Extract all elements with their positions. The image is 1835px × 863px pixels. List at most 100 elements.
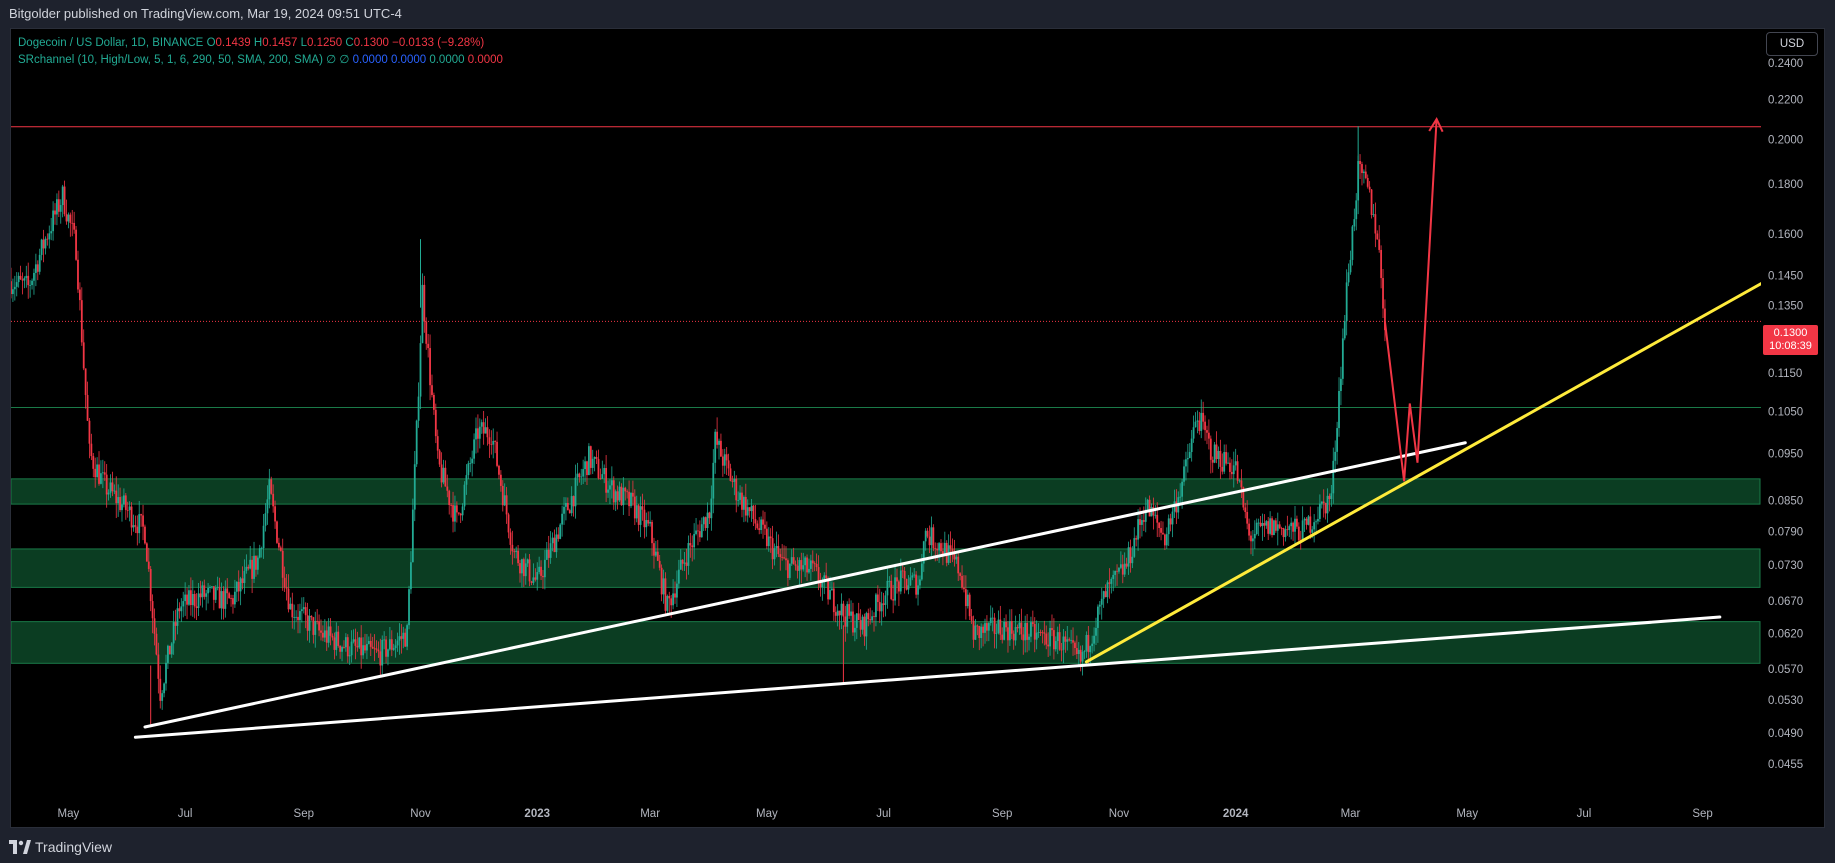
candle-body [1206, 430, 1208, 433]
candle-body [1041, 632, 1044, 634]
candle-body [653, 543, 655, 556]
symbol-legend-row[interactable]: Dogecoin / US Dollar, 1D, BINANCE O0.143… [18, 35, 503, 52]
candle-body [1338, 391, 1340, 429]
candle-body [576, 473, 579, 478]
currency-button[interactable]: USD [1766, 32, 1818, 56]
candle-body [377, 649, 380, 652]
candle-body [1148, 499, 1151, 517]
candle-body [704, 517, 707, 529]
indicator-title[interactable]: SRchannel (10, High/Low, 5, 1, 6, 290, 5… [18, 54, 323, 66]
candle-body [1037, 632, 1040, 633]
candle-body [831, 588, 833, 591]
candle-body [712, 462, 715, 499]
candle-body [279, 547, 282, 551]
bar-countdown: 10:08:39 [1769, 340, 1812, 352]
candle-body [894, 577, 896, 601]
candle-body [746, 507, 749, 516]
candle-body [40, 239, 43, 255]
candle-body [119, 497, 121, 511]
candle-body [448, 490, 451, 506]
candle-body [400, 636, 403, 639]
candle-body [549, 543, 552, 558]
candle-body [697, 530, 699, 532]
candle-body [769, 536, 772, 539]
candle-body [1305, 518, 1308, 525]
candle-body [36, 264, 39, 272]
candle-body [681, 559, 684, 564]
candle-body [1209, 438, 1212, 460]
candle-body [27, 275, 30, 286]
candle-body [702, 517, 705, 525]
candle-body [103, 472, 106, 475]
candle-body [134, 525, 137, 527]
candle-body [993, 617, 996, 634]
candle-body [1294, 518, 1296, 532]
candle-body [1185, 459, 1187, 467]
candle-body [765, 528, 768, 547]
candle-body [88, 420, 91, 444]
candle-body [1263, 523, 1266, 526]
candle-body [760, 519, 763, 531]
candle-body [1141, 520, 1143, 525]
candle-body [677, 569, 680, 584]
y-tick-label: 0.2000 [1768, 135, 1803, 147]
candle-body [1043, 632, 1046, 634]
candle-body [1005, 621, 1007, 628]
candle-body [1160, 528, 1162, 533]
candle-body [429, 348, 431, 386]
candle-body [693, 533, 696, 548]
y-tick-label: 0.2400 [1768, 58, 1803, 70]
candle-body [995, 632, 998, 634]
price-chart[interactable]: 0.2400 0.2200 0.2000 0.1800 0.1600 0.1450 0.13… [0, 0, 1835, 863]
candle-body [645, 520, 648, 528]
candle-body [73, 222, 76, 230]
candle-body [632, 492, 634, 497]
y-tick-label: 0.1150 [1768, 368, 1802, 380]
candle-body [90, 443, 93, 457]
candle-body [1252, 538, 1254, 542]
candle-body [189, 590, 192, 606]
candle-body [1370, 189, 1373, 215]
candle-body [274, 506, 276, 522]
candle-body [63, 186, 66, 215]
candle-body [565, 502, 567, 507]
candle-body [519, 563, 521, 574]
candle-body [1098, 604, 1101, 607]
candle-body [302, 607, 305, 610]
candle-body [159, 678, 162, 701]
candle-body [322, 632, 324, 638]
candle-body [1163, 534, 1166, 546]
candle-body [471, 458, 474, 464]
candle-body [555, 534, 558, 553]
y-tick-label: 0.2200 [1768, 94, 1803, 106]
candle-body [297, 616, 299, 621]
candle-body [140, 514, 143, 516]
candle-body [800, 560, 803, 570]
candle-body [459, 513, 462, 516]
y-tick-label: 0.0790 [1768, 526, 1803, 538]
candle-body [115, 490, 118, 504]
symbol-title[interactable]: Dogecoin / US Dollar, 1D, BINANCE [18, 37, 203, 49]
candle-body [974, 625, 977, 640]
candle-body [739, 492, 741, 500]
y-tick-label: 0.0670 [1768, 596, 1803, 608]
candle-body [199, 593, 202, 598]
candle-body [423, 284, 426, 322]
candle-body [38, 254, 41, 272]
candle-body [1087, 634, 1090, 653]
candle-body [398, 636, 401, 641]
candle-body [834, 612, 837, 616]
candle-body [1290, 522, 1293, 527]
indicator-value-4: 0.0000 [467, 54, 503, 66]
candle-body [1374, 214, 1377, 234]
candle-body [92, 456, 95, 469]
candle-body [452, 505, 454, 522]
candle-body [446, 486, 449, 491]
candle-body [48, 233, 51, 240]
candle-body [205, 593, 208, 597]
candle-body [1265, 521, 1268, 526]
tradingview-logo[interactable]: TradingView [9, 838, 112, 856]
indicator-legend-row[interactable]: SRchannel (10, High/Low, 5, 1, 6, 290, 5… [18, 52, 503, 69]
candle-body [714, 431, 717, 463]
candle-body [207, 587, 209, 594]
